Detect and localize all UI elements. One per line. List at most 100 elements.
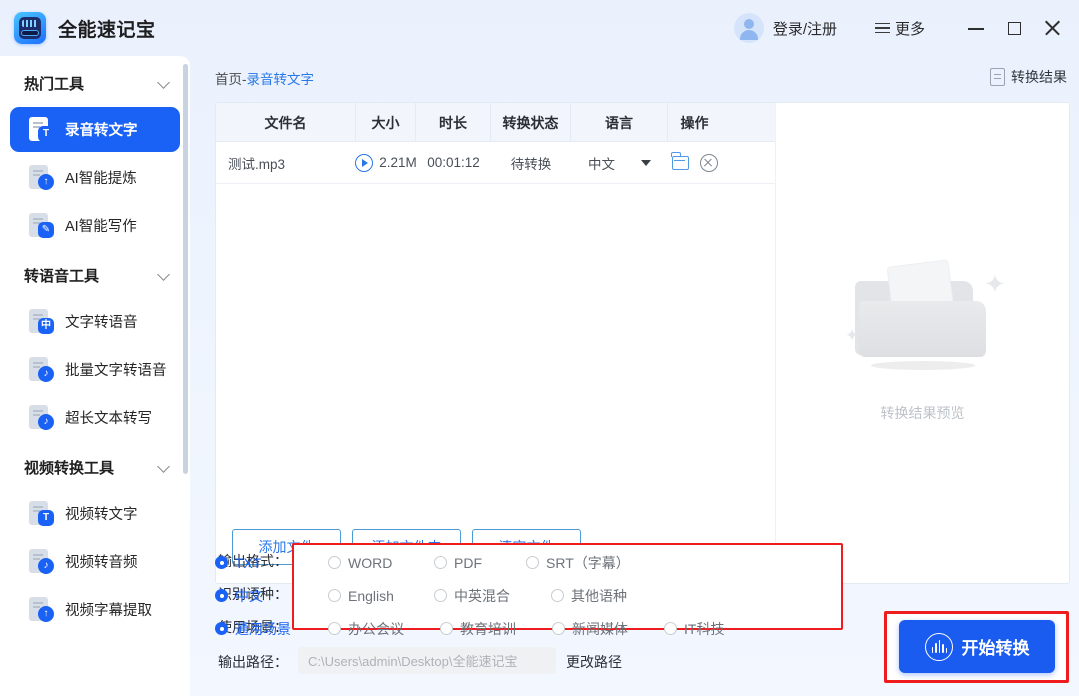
sidebar-item-label: 视频转音频	[65, 555, 138, 571]
chevron-down-icon	[158, 461, 170, 473]
play-icon[interactable]	[355, 153, 374, 172]
sidebar-item-ai-extract[interactable]: ↑ AI智能提炼	[10, 155, 180, 200]
cell-language[interactable]: 中文	[571, 142, 668, 184]
sidebar-item-label: 批量文字转语音	[65, 363, 167, 379]
radio-it-tech[interactable]: IT科技	[664, 619, 724, 639]
radio-indicator	[215, 589, 228, 602]
col-header-action: 操作	[680, 114, 709, 131]
radio-mixed[interactable]: 中英混合	[434, 586, 551, 606]
col-header-status: 转换状态	[491, 103, 571, 142]
col-header-language: 语言	[571, 103, 668, 142]
radio-general-scenario[interactable]: 通用场景	[215, 619, 328, 639]
sidebar-item-long-text-transcribe[interactable]: ♪ 超长文本转写	[10, 395, 180, 440]
start-convert-label: 开始转换	[961, 639, 1030, 658]
sidebar-item-video-subtitle-extract[interactable]: ↑ 视频字幕提取	[10, 587, 180, 632]
more-menu-button[interactable]: 更多	[874, 18, 925, 39]
radio-indicator	[526, 556, 539, 569]
avatar[interactable]	[733, 13, 764, 43]
cell-language-text: 中文	[588, 156, 615, 172]
radio-indicator	[552, 622, 565, 635]
minimize-icon	[968, 28, 984, 30]
video-to-audio-icon: ♪	[27, 548, 54, 575]
sparkle-icon: ✦	[845, 326, 860, 345]
output-path-input[interactable]: C:\Users\admin\Desktop\全能速记宝	[298, 647, 556, 674]
table-row[interactable]: 测试.mp3 2.21M 00:01:12 待转换 中文	[216, 142, 775, 184]
radio-indicator	[328, 622, 341, 635]
radio-indicator	[434, 589, 447, 602]
radio-srt[interactable]: SRT（字幕）	[526, 553, 630, 573]
sidebar-section-header-video[interactable]: 视频转换工具	[0, 446, 190, 488]
sidebar-item-label: 视频字幕提取	[65, 603, 152, 619]
title-bar-controls: 登录/注册 更多	[733, 0, 1079, 56]
login-register-button[interactable]: 登录/注册	[773, 18, 837, 39]
sidebar-item-text-to-speech[interactable]: 中 文字转语音	[10, 299, 180, 344]
col-header-size: 大小	[356, 103, 416, 142]
open-folder-icon[interactable]	[671, 152, 689, 170]
radio-english[interactable]: English	[328, 588, 434, 604]
radio-txt[interactable]: TXT	[215, 555, 328, 571]
use-scenario-radio-group: 通用场景 办公会议 教育培训 新闻媒体 IT科技	[215, 614, 724, 643]
minimize-button[interactable]	[959, 11, 993, 45]
radio-word[interactable]: WORD	[328, 555, 434, 571]
sidebar-item-ai-writing[interactable]: ✎ AI智能写作	[10, 203, 180, 248]
cell-duration: 00:01:12	[427, 155, 480, 170]
audio-wave-icon	[924, 632, 953, 661]
video-subtitle-extract-icon: ↑	[27, 596, 54, 623]
chevron-down-icon	[158, 77, 170, 89]
cell-status: 待转换	[510, 156, 552, 172]
empty-state-text: 转换结果预览	[880, 405, 965, 421]
sidebar-item-label: AI智能提炼	[65, 171, 137, 187]
sidebar-section-header-hot[interactable]: 热门工具	[0, 62, 190, 104]
sidebar-section-title: 视频转换工具	[24, 459, 115, 477]
chevron-down-icon[interactable]	[641, 159, 651, 166]
close-button[interactable]	[1035, 11, 1069, 45]
cell-filename: 测试.mp3	[228, 156, 286, 172]
file-list-pane: 文件名 大小 时长 转换状态 语言 操作 测试.mp3 2.21M 00:01:…	[216, 103, 776, 583]
sidebar-scroll-area: 热门工具 T 录音转文字 ↑ AI智能提炼 ✎ AI智能写作 转语音工具 中 文…	[0, 56, 190, 696]
remove-circle-icon[interactable]	[699, 153, 718, 172]
sidebar-section-title: 转语音工具	[24, 267, 100, 285]
radio-pdf[interactable]: PDF	[434, 555, 526, 571]
radio-indicator	[215, 622, 228, 635]
radio-indicator	[328, 589, 341, 602]
cell-actions	[668, 142, 721, 184]
document-icon	[990, 68, 1005, 86]
col-header-filename: 文件名	[216, 103, 356, 142]
radio-news-media[interactable]: 新闻媒体	[552, 619, 664, 639]
sidebar-item-label: 录音转文字	[65, 123, 138, 139]
hamburger-icon	[874, 22, 890, 34]
sidebar-item-label: 超长文本转写	[65, 411, 152, 427]
change-path-button[interactable]: 更改路径	[566, 652, 622, 672]
radio-chinese[interactable]: 中文	[215, 586, 328, 606]
radio-office-meeting[interactable]: 办公会议	[328, 619, 440, 639]
sidebar-section-title: 热门工具	[24, 75, 85, 93]
sidebar-item-label: AI智能写作	[65, 219, 137, 235]
preview-pane: ✦ ✦ 转换结果预览	[776, 103, 1069, 583]
sidebar-item-video-to-text[interactable]: T 视频转文字	[10, 491, 180, 536]
start-convert-button[interactable]: 开始转换	[899, 620, 1055, 673]
sidebar-item-label: 文字转语音	[65, 315, 138, 331]
radio-indicator	[215, 556, 228, 569]
conversion-result-label: 转换结果	[1011, 69, 1067, 85]
recognition-language-radio-group: 中文 English 中英混合 其他语种	[215, 581, 627, 610]
output-format-radio-group: TXT WORD PDF SRT（字幕）	[215, 548, 630, 577]
radio-education[interactable]: 教育培训	[440, 619, 552, 639]
batch-text-to-speech-icon: ♪	[27, 356, 54, 383]
radio-other-language[interactable]: 其他语种	[551, 586, 627, 606]
more-label: 更多	[894, 20, 925, 38]
work-panel: 文件名 大小 时长 转换状态 语言 操作 测试.mp3 2.21M 00:01:…	[215, 102, 1070, 584]
breadcrumb-current: 录音转文字	[246, 72, 315, 87]
sidebar-section-header-tts[interactable]: 转语音工具	[0, 254, 190, 296]
breadcrumb-home[interactable]: 首页-	[215, 72, 247, 87]
ai-writing-icon: ✎	[27, 212, 54, 239]
radio-indicator	[440, 622, 453, 635]
sidebar-item-audio-to-text[interactable]: T 录音转文字	[10, 107, 180, 152]
long-text-transcribe-icon: ♪	[27, 404, 54, 431]
conversion-result-tab[interactable]: 转换结果	[990, 67, 1067, 87]
maximize-button[interactable]	[997, 11, 1031, 45]
app-title: 全能速记宝	[58, 19, 156, 41]
sidebar-item-batch-text-to-speech[interactable]: ♪ 批量文字转语音	[10, 347, 180, 392]
maximize-icon	[1008, 22, 1021, 35]
sidebar-scrollbar[interactable]	[183, 64, 188, 474]
sidebar-item-video-to-audio[interactable]: ♪ 视频转音频	[10, 539, 180, 584]
